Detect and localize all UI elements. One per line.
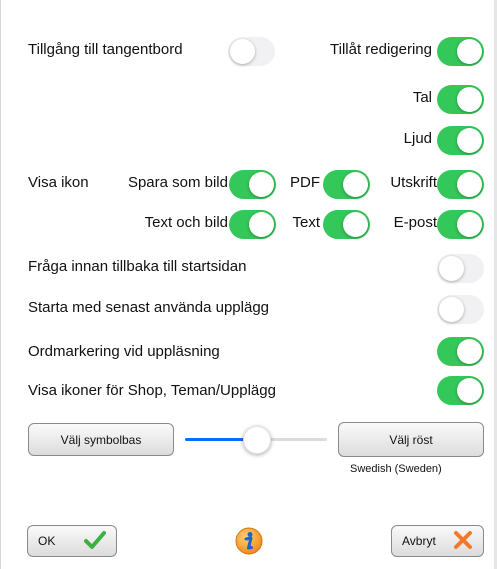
- choose-voice-label: Välj röst: [389, 432, 433, 447]
- word-highlight-label: Ordmarkering vid uppläsning: [28, 343, 220, 360]
- cancel-label: Avbryt: [402, 534, 436, 548]
- start-latest-layout-toggle[interactable]: [437, 295, 484, 324]
- word-highlight-toggle[interactable]: [437, 337, 484, 366]
- sound-toggle[interactable]: [437, 126, 484, 155]
- text-label: Text: [292, 214, 320, 231]
- cancel-button[interactable]: Avbryt: [391, 525, 484, 557]
- email-toggle[interactable]: [437, 210, 484, 239]
- print-label: Utskrift: [390, 174, 437, 191]
- choose-symbol-base-button[interactable]: Välj symbolbas: [28, 423, 174, 456]
- save-as-image-toggle[interactable]: [229, 170, 276, 199]
- print-toggle[interactable]: [437, 170, 484, 199]
- keyboard-access-toggle[interactable]: [228, 37, 275, 66]
- sound-label: Ljud: [403, 130, 432, 147]
- close-icon: [453, 530, 473, 553]
- pdf-label: PDF: [290, 174, 320, 191]
- show-shop-icons-toggle[interactable]: [437, 376, 484, 405]
- show-icon-label: Visa ikon: [28, 174, 89, 191]
- allow-editing-label: Tillåt redigering: [330, 41, 432, 58]
- choose-voice-button[interactable]: Välj röst: [338, 422, 484, 457]
- settings-panel: [0, 0, 496, 569]
- speech-label: Tal: [412, 89, 432, 106]
- ask-before-home-toggle[interactable]: [437, 254, 484, 283]
- info-icon[interactable]: [235, 527, 263, 555]
- pdf-toggle[interactable]: [323, 170, 370, 199]
- speech-toggle[interactable]: [437, 85, 484, 114]
- ask-before-home-label: Fråga innan tillbaka till startsidan: [28, 258, 247, 275]
- text-and-image-toggle[interactable]: [229, 210, 276, 239]
- ok-label: OK: [38, 534, 56, 548]
- text-and-image-label: Text och bild: [144, 214, 228, 231]
- start-latest-layout-label: Starta med senast använda upplägg: [28, 299, 270, 316]
- allow-editing-toggle[interactable]: [437, 37, 484, 66]
- show-shop-icons-label: Visa ikoner för Shop, Teman/Upplägg: [28, 382, 276, 399]
- speech-rate-slider-thumb[interactable]: [243, 426, 271, 454]
- text-toggle[interactable]: [323, 210, 370, 239]
- email-label: E-post: [393, 214, 437, 231]
- save-as-image-label: Spara som bild: [127, 174, 228, 191]
- voice-name: Swedish (Sweden): [350, 463, 442, 475]
- checkmark-icon: [84, 530, 106, 553]
- ok-button[interactable]: OK: [27, 525, 117, 557]
- choose-symbol-base-label: Välj symbolbas: [60, 432, 142, 447]
- keyboard-access-label: Tillgång till tangentbord: [28, 41, 183, 58]
